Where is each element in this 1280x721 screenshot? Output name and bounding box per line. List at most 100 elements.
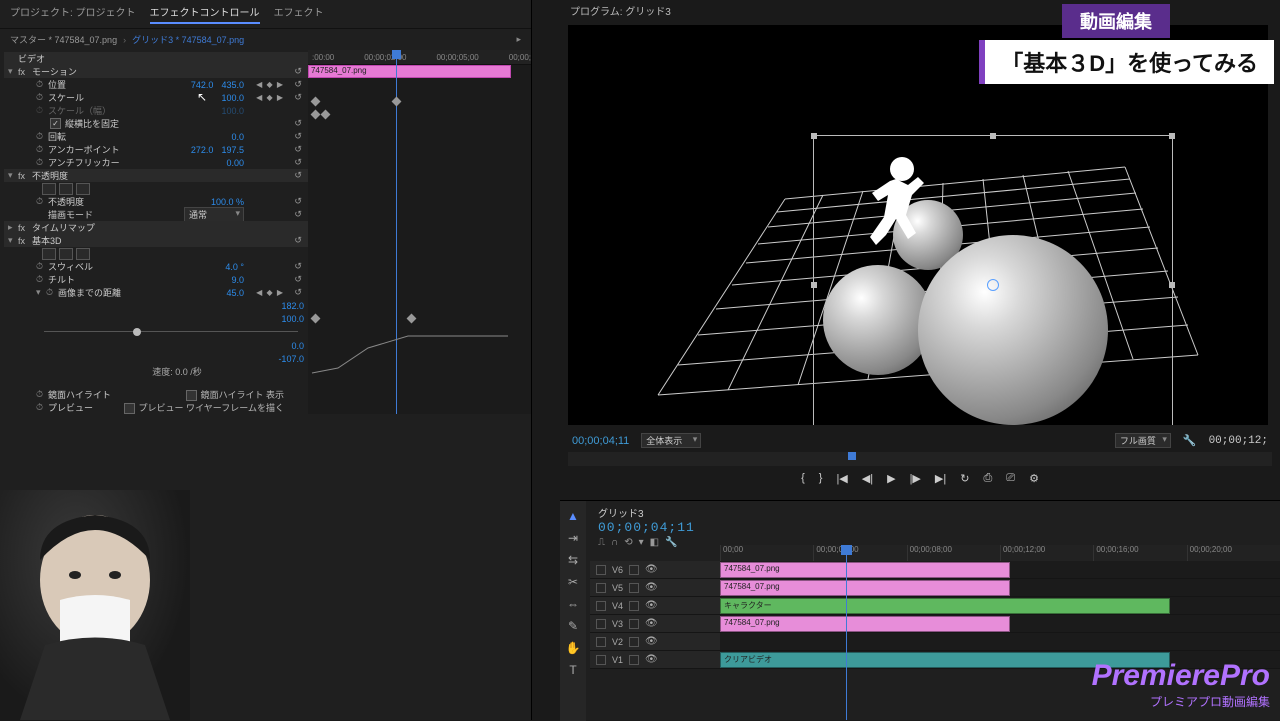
track-lock-toggle[interactable] xyxy=(596,619,606,629)
eye-icon[interactable]: 👁 xyxy=(645,618,658,629)
resolution-select[interactable]: フル画質 xyxy=(1115,433,1171,448)
reset-icon[interactable]: ↺ xyxy=(294,196,302,207)
hand-tool[interactable]: ✋ xyxy=(566,641,581,655)
uniform-scale-checkbox[interactable] xyxy=(50,118,61,129)
prop-anchor[interactable]: アンカーポイント xyxy=(48,143,120,156)
tab-effect-controls[interactable]: エフェクトコントロール xyxy=(150,4,260,24)
stopwatch-icon[interactable]: ⏱ xyxy=(36,389,48,400)
track-visibility-toggle[interactable] xyxy=(629,655,639,665)
keyframe-nav[interactable]: ◀ ◆ ▶ xyxy=(256,288,284,297)
section-basic3d[interactable]: 基本3D xyxy=(32,234,62,247)
reset-icon[interactable]: ↺ xyxy=(294,92,302,103)
timeline-playhead[interactable] xyxy=(846,545,847,720)
goto-in-button[interactable]: |◀ xyxy=(836,472,847,485)
loop-button[interactable]: ↻ xyxy=(960,472,969,485)
reset-icon[interactable]: ↺ xyxy=(294,144,302,155)
section-timeremap[interactable]: タイムリマップ xyxy=(32,221,95,234)
stopwatch-icon[interactable]: ⏱ xyxy=(36,131,48,142)
stopwatch-icon[interactable]: ⏱ xyxy=(36,402,48,413)
play-button[interactable]: ▶ xyxy=(887,472,895,485)
prop-rotation[interactable]: 回転 xyxy=(48,130,66,143)
prop-antiflicker[interactable]: アンチフリッカー xyxy=(48,156,120,169)
keyframe-nav[interactable]: ◀ ◆ ▶ xyxy=(256,93,284,102)
settings-button[interactable]: ⚙ xyxy=(1029,472,1039,485)
stopwatch-icon[interactable]: ⏱ xyxy=(36,157,48,168)
zoom-fit-select[interactable]: 全体表示 xyxy=(641,433,701,448)
eye-icon[interactable]: 👁 xyxy=(645,654,658,665)
timeline-timecode[interactable]: 00;00;04;11 xyxy=(598,520,1272,535)
track-V5[interactable]: V5👁747584_07.png xyxy=(590,579,1280,597)
distance-slider[interactable] xyxy=(44,331,298,332)
reset-icon[interactable]: ↺ xyxy=(294,66,302,77)
keyframe-diamond-icon[interactable] xyxy=(407,314,417,324)
track-visibility-toggle[interactable] xyxy=(629,565,639,575)
track-visibility-toggle[interactable] xyxy=(629,583,639,593)
section-opacity[interactable]: 不透明度 xyxy=(32,169,68,182)
keyframe-diamond-icon[interactable] xyxy=(392,97,402,107)
prop-tilt[interactable]: チルト xyxy=(48,273,75,286)
ripple-tool[interactable]: ⇆ xyxy=(568,553,578,567)
mask-icons[interactable] xyxy=(42,248,90,260)
program-playhead[interactable] xyxy=(848,452,856,460)
reset-icon[interactable]: ↺ xyxy=(294,131,302,142)
tab-effects[interactable]: エフェクト xyxy=(274,4,324,24)
eye-icon[interactable]: 👁 xyxy=(645,600,658,611)
ec-clip-bar[interactable]: 747584_07.png xyxy=(308,65,511,78)
mark-out-button[interactable]: } xyxy=(819,472,823,485)
export-frame-button[interactable]: ⎙ xyxy=(983,472,992,485)
reset-icon[interactable]: ↺ xyxy=(294,209,302,220)
timeline-ruler[interactable]: 00;00 00;00;04;00 00;00;08;00 00;00;12;0… xyxy=(720,545,1280,561)
mask-icons[interactable] xyxy=(42,183,90,195)
prop-preview[interactable]: プレビュー xyxy=(48,401,93,414)
slip-tool[interactable]: ⇔ xyxy=(567,597,579,611)
stopwatch-icon[interactable]: ⏱ xyxy=(36,92,48,103)
clip[interactable]: 747584_07.png xyxy=(720,580,1010,596)
track-V4[interactable]: V4👁キャラクター xyxy=(590,597,1280,615)
eye-icon[interactable]: 👁 xyxy=(645,564,658,575)
program-ruler[interactable] xyxy=(568,452,1272,466)
reset-icon[interactable]: ↺ xyxy=(294,235,302,246)
program-canvas[interactable] xyxy=(568,25,1268,425)
tab-project[interactable]: プロジェクト: プロジェクト xyxy=(10,4,136,24)
prop-opacity[interactable]: 不透明度 xyxy=(48,195,84,208)
selection-tool[interactable]: ▲ xyxy=(567,509,579,523)
program-timecode[interactable]: 00;00;04;11 xyxy=(572,435,629,447)
reset-icon[interactable]: ↺ xyxy=(294,79,302,90)
step-forward-button[interactable]: |▶ xyxy=(910,472,921,485)
reset-icon[interactable]: ↺ xyxy=(294,170,302,181)
pen-tool[interactable]: ✎ xyxy=(568,619,578,633)
track-select-tool[interactable]: ⇥ xyxy=(568,531,578,545)
track-lock-toggle[interactable] xyxy=(596,655,606,665)
track-lock-toggle[interactable] xyxy=(596,637,606,647)
stopwatch-icon[interactable]: ⏱ xyxy=(36,274,48,285)
goto-out-button[interactable]: ▶| xyxy=(935,472,946,485)
preview-checkbox[interactable] xyxy=(124,403,135,414)
reset-icon[interactable]: ↺ xyxy=(294,261,302,272)
sequence-name[interactable]: グリッド3 xyxy=(598,505,1272,520)
track-lane[interactable]: キャラクター xyxy=(720,597,1280,614)
track-V6[interactable]: V6👁747584_07.png xyxy=(590,561,1280,579)
clip[interactable]: 747584_07.png xyxy=(720,616,1010,632)
anchor-point-icon[interactable] xyxy=(987,279,999,291)
stopwatch-icon[interactable]: ⏱ xyxy=(36,79,48,90)
prop-swivel[interactable]: スウィベル xyxy=(48,260,93,273)
text-tool[interactable]: T xyxy=(569,663,576,677)
prop-specular[interactable]: 鏡面ハイライト xyxy=(48,388,111,401)
comparison-button[interactable]: ⎚ xyxy=(1006,472,1015,485)
program-tab[interactable]: プログラム: グリッド3 xyxy=(560,0,1280,21)
track-lock-toggle[interactable] xyxy=(596,601,606,611)
section-motion[interactable]: モーション xyxy=(32,65,77,78)
clip[interactable]: 747584_07.png xyxy=(720,562,1010,578)
track-lock-toggle[interactable] xyxy=(596,583,606,593)
track-V3[interactable]: V3👁747584_07.png xyxy=(590,615,1280,633)
keyframe-diamond-icon[interactable] xyxy=(311,314,321,324)
stopwatch-icon[interactable]: ⏱ xyxy=(36,196,48,207)
eye-icon[interactable]: 👁 xyxy=(645,636,658,647)
blend-mode-select[interactable]: 通常 xyxy=(184,207,244,222)
track-lane[interactable]: 747584_07.png xyxy=(720,579,1280,596)
reset-icon[interactable]: ↺ xyxy=(294,118,302,129)
sequence-clip-link[interactable]: グリッド3 * 747584_07.png xyxy=(132,33,244,46)
keyframe-nav[interactable]: ◀ ◆ ▶ xyxy=(256,80,284,89)
track-lane[interactable] xyxy=(720,633,1280,650)
mark-in-button[interactable]: { xyxy=(801,472,805,485)
